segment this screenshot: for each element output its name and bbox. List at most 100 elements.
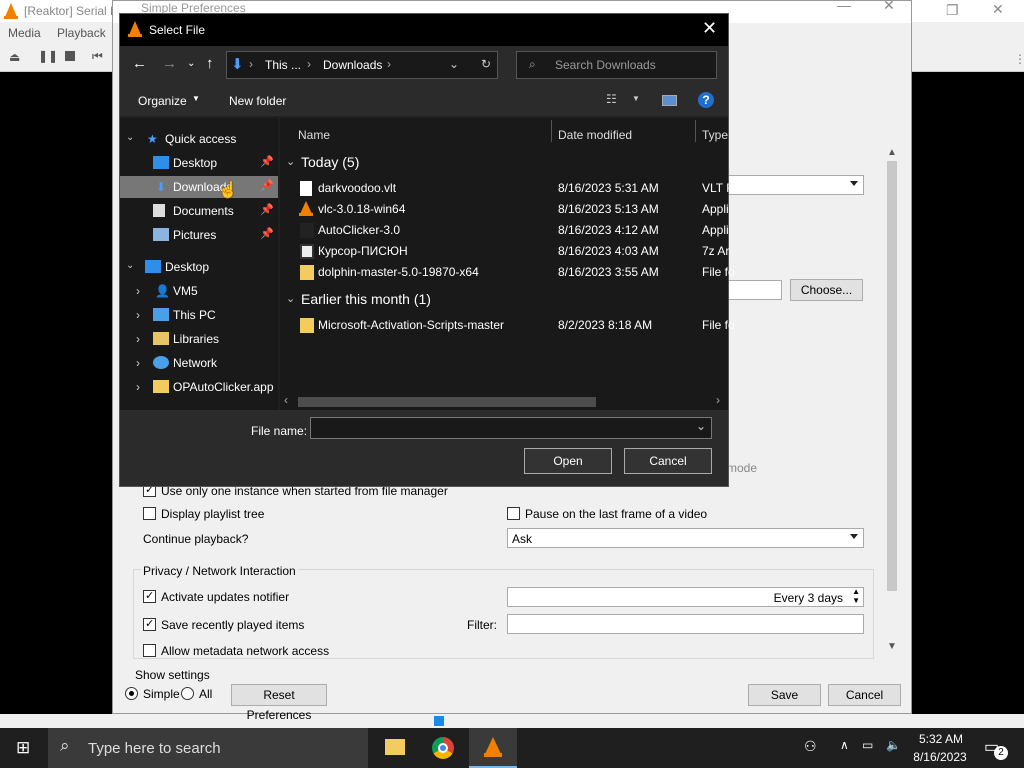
open-button[interactable]: Open	[524, 448, 612, 474]
save-recent-checkbox[interactable]	[143, 618, 156, 631]
prefs-scrollbar[interactable]: ▲ ▼	[885, 147, 899, 657]
file-row[interactable]: Microsoft-Activation-Scripts-master 8/2/…	[298, 315, 735, 335]
simple-radio[interactable]	[125, 687, 138, 700]
seek-handle[interactable]	[434, 716, 444, 726]
minimize-icon[interactable]: —	[837, 0, 851, 13]
help-icon[interactable]: ?	[698, 92, 714, 108]
eject-icon[interactable]: ⏏	[9, 50, 20, 64]
filename-input[interactable]: ⌄	[310, 417, 712, 439]
chevron-down-icon[interactable]: ⌄	[286, 155, 295, 168]
cancel-button[interactable]: Cancel	[624, 448, 712, 474]
tree-label: Pictures	[173, 228, 217, 242]
close-icon[interactable]: ✕	[992, 1, 1004, 18]
recent-dropdown-icon[interactable]: ⌄	[187, 58, 195, 69]
close-icon[interactable]: ✕	[883, 0, 895, 14]
tree-quick-access[interactable]: ⌄ ★ Quick access	[120, 128, 278, 150]
metadata-checkbox[interactable]	[143, 644, 156, 657]
pause-icon[interactable]: ❚❚	[38, 49, 58, 63]
back-arrow-icon[interactable]: ←	[132, 55, 147, 72]
column-date-modified[interactable]: Date modified	[558, 128, 632, 142]
updates-spinbox[interactable]: Every 3 days ▲ ▼	[507, 587, 864, 607]
organize-menu[interactable]: Organize	[138, 94, 187, 108]
forward-arrow-icon[interactable]: →	[162, 55, 177, 72]
windows-start-icon[interactable]: ⊞	[16, 738, 30, 758]
updates-checkbox[interactable]	[143, 590, 156, 603]
tree-this-pc[interactable]: › This PC	[120, 304, 278, 326]
chevron-right-icon[interactable]: ›	[716, 393, 720, 407]
file-date: 8/16/2023 4:12 AM	[558, 223, 659, 237]
continue-select[interactable]: Ask	[507, 528, 864, 548]
save-button[interactable]: Save	[748, 684, 821, 706]
filter-input[interactable]	[507, 614, 864, 634]
menu-dots-icon[interactable]: ⋮	[1014, 52, 1024, 66]
file-row[interactable]: darkvoodoo.vlt 8/16/2023 5:31 AM VLT F	[298, 178, 734, 198]
close-icon[interactable]: ✕	[702, 18, 717, 39]
file-explorer-icon[interactable]	[385, 739, 405, 755]
chevron-down-icon[interactable]: ⌄	[286, 292, 295, 305]
seek-bar[interactable]	[0, 714, 1024, 728]
tree-desktop[interactable]: ⌄ Desktop	[120, 256, 278, 278]
prefs-combo-hidden[interactable]	[727, 175, 864, 195]
reset-preferences-button[interactable]: Reset Preferences	[231, 684, 327, 722]
tree-desktop-pinned[interactable]: Desktop 📌	[120, 152, 278, 174]
breadcrumb-downloads[interactable]: Downloads	[323, 58, 382, 72]
menu-media[interactable]: Media	[8, 26, 41, 40]
tree-network[interactable]: › Network	[120, 352, 278, 374]
new-folder-button[interactable]: New folder	[229, 94, 286, 108]
search-box[interactable]: ⌕ Search Downloads	[516, 51, 717, 79]
show-hidden-icons-icon[interactable]: ∧	[840, 738, 849, 752]
clock-time[interactable]: 5:32 AM	[916, 732, 966, 746]
stop-icon[interactable]	[65, 51, 75, 61]
preview-pane-icon[interactable]	[662, 95, 677, 106]
view-options-icon[interactable]: ☷	[606, 92, 617, 106]
all-radio[interactable]	[181, 687, 194, 700]
clock-date[interactable]: 8/16/2023	[910, 750, 970, 764]
display-tree-checkbox[interactable]	[143, 507, 156, 520]
up-arrow-icon[interactable]: ↑	[206, 55, 214, 72]
select-file-dialog: Select File ✕ ← → ⌄ ↑ ⬇ › This ... › Dow…	[119, 13, 735, 487]
display-tree-label: Display playlist tree	[161, 507, 265, 521]
choose-button[interactable]: Choose...	[790, 279, 863, 301]
address-bar[interactable]: ⬇ › This ... › Downloads › ⌄ ↻	[226, 51, 498, 79]
file-row[interactable]: AutoClicker-3.0 8/16/2023 4:12 AM Appli	[298, 220, 729, 240]
cancel-button[interactable]: Cancel	[828, 684, 901, 706]
taskbar-search-box[interactable]: ⌕ Type here to search	[48, 728, 368, 768]
chevron-down-icon[interactable]: ▼	[632, 94, 640, 103]
tree-vm5[interactable]: › 👤 VM5	[120, 280, 278, 302]
vlc-icon	[128, 21, 142, 37]
tree-downloads[interactable]: ⬇ Downloads 📌	[120, 176, 278, 198]
people-icon[interactable]: ⚇	[804, 738, 817, 755]
vlc-taskbar-button[interactable]	[469, 728, 517, 768]
file-row[interactable]: Курсор-ПИСЮН 8/16/2023 4:03 AM 7z Ar	[298, 241, 729, 261]
chevron-down-icon[interactable]: ⌄	[696, 419, 706, 433]
scrollbar-thumb[interactable]	[298, 397, 596, 407]
column-type[interactable]: Type	[702, 128, 728, 142]
path-input[interactable]	[727, 280, 782, 300]
file-row[interactable]: vlc-3.0.18-win64 8/16/2023 5:13 AM Appli	[298, 199, 729, 219]
tree-pictures[interactable]: Pictures 📌	[120, 224, 278, 246]
tree-label: OPAutoClicker.app	[173, 380, 274, 394]
spin-arrows-icon[interactable]: ▲ ▼	[852, 587, 860, 605]
menu-playback[interactable]: Playback	[57, 26, 106, 40]
tree-libraries[interactable]: › Libraries	[120, 328, 278, 350]
chrome-icon[interactable]	[432, 737, 454, 759]
chevron-down-icon[interactable]: ⌄	[449, 57, 459, 71]
previous-icon[interactable]: ⏮	[92, 49, 103, 64]
pause-last-checkbox[interactable]	[507, 507, 520, 520]
libraries-icon	[153, 332, 169, 345]
network-icon[interactable]: ▭	[862, 738, 873, 752]
restore-icon[interactable]: ❐	[946, 2, 959, 19]
group-earlier-this-month[interactable]: Earlier this month (1)	[301, 291, 431, 307]
file-date: 8/2/2023 8:18 AM	[558, 318, 653, 332]
chevron-left-icon[interactable]: ‹	[284, 393, 288, 407]
notification-badge: 2	[994, 746, 1008, 760]
tree-opautoclicker[interactable]: › OPAutoClicker.app	[120, 376, 278, 398]
volume-icon[interactable]: 🔈	[886, 738, 901, 752]
refresh-icon[interactable]: ↻	[481, 57, 491, 71]
tree-documents[interactable]: Documents 📌	[120, 200, 278, 222]
file-row[interactable]: dolphin-master-5.0-19870-x64 8/16/2023 3…	[298, 262, 735, 282]
group-today[interactable]: Today (5)	[301, 154, 359, 170]
column-name[interactable]: Name	[298, 128, 330, 142]
star-icon: ★	[147, 132, 158, 146]
breadcrumb-this-pc[interactable]: This ...	[265, 58, 301, 72]
